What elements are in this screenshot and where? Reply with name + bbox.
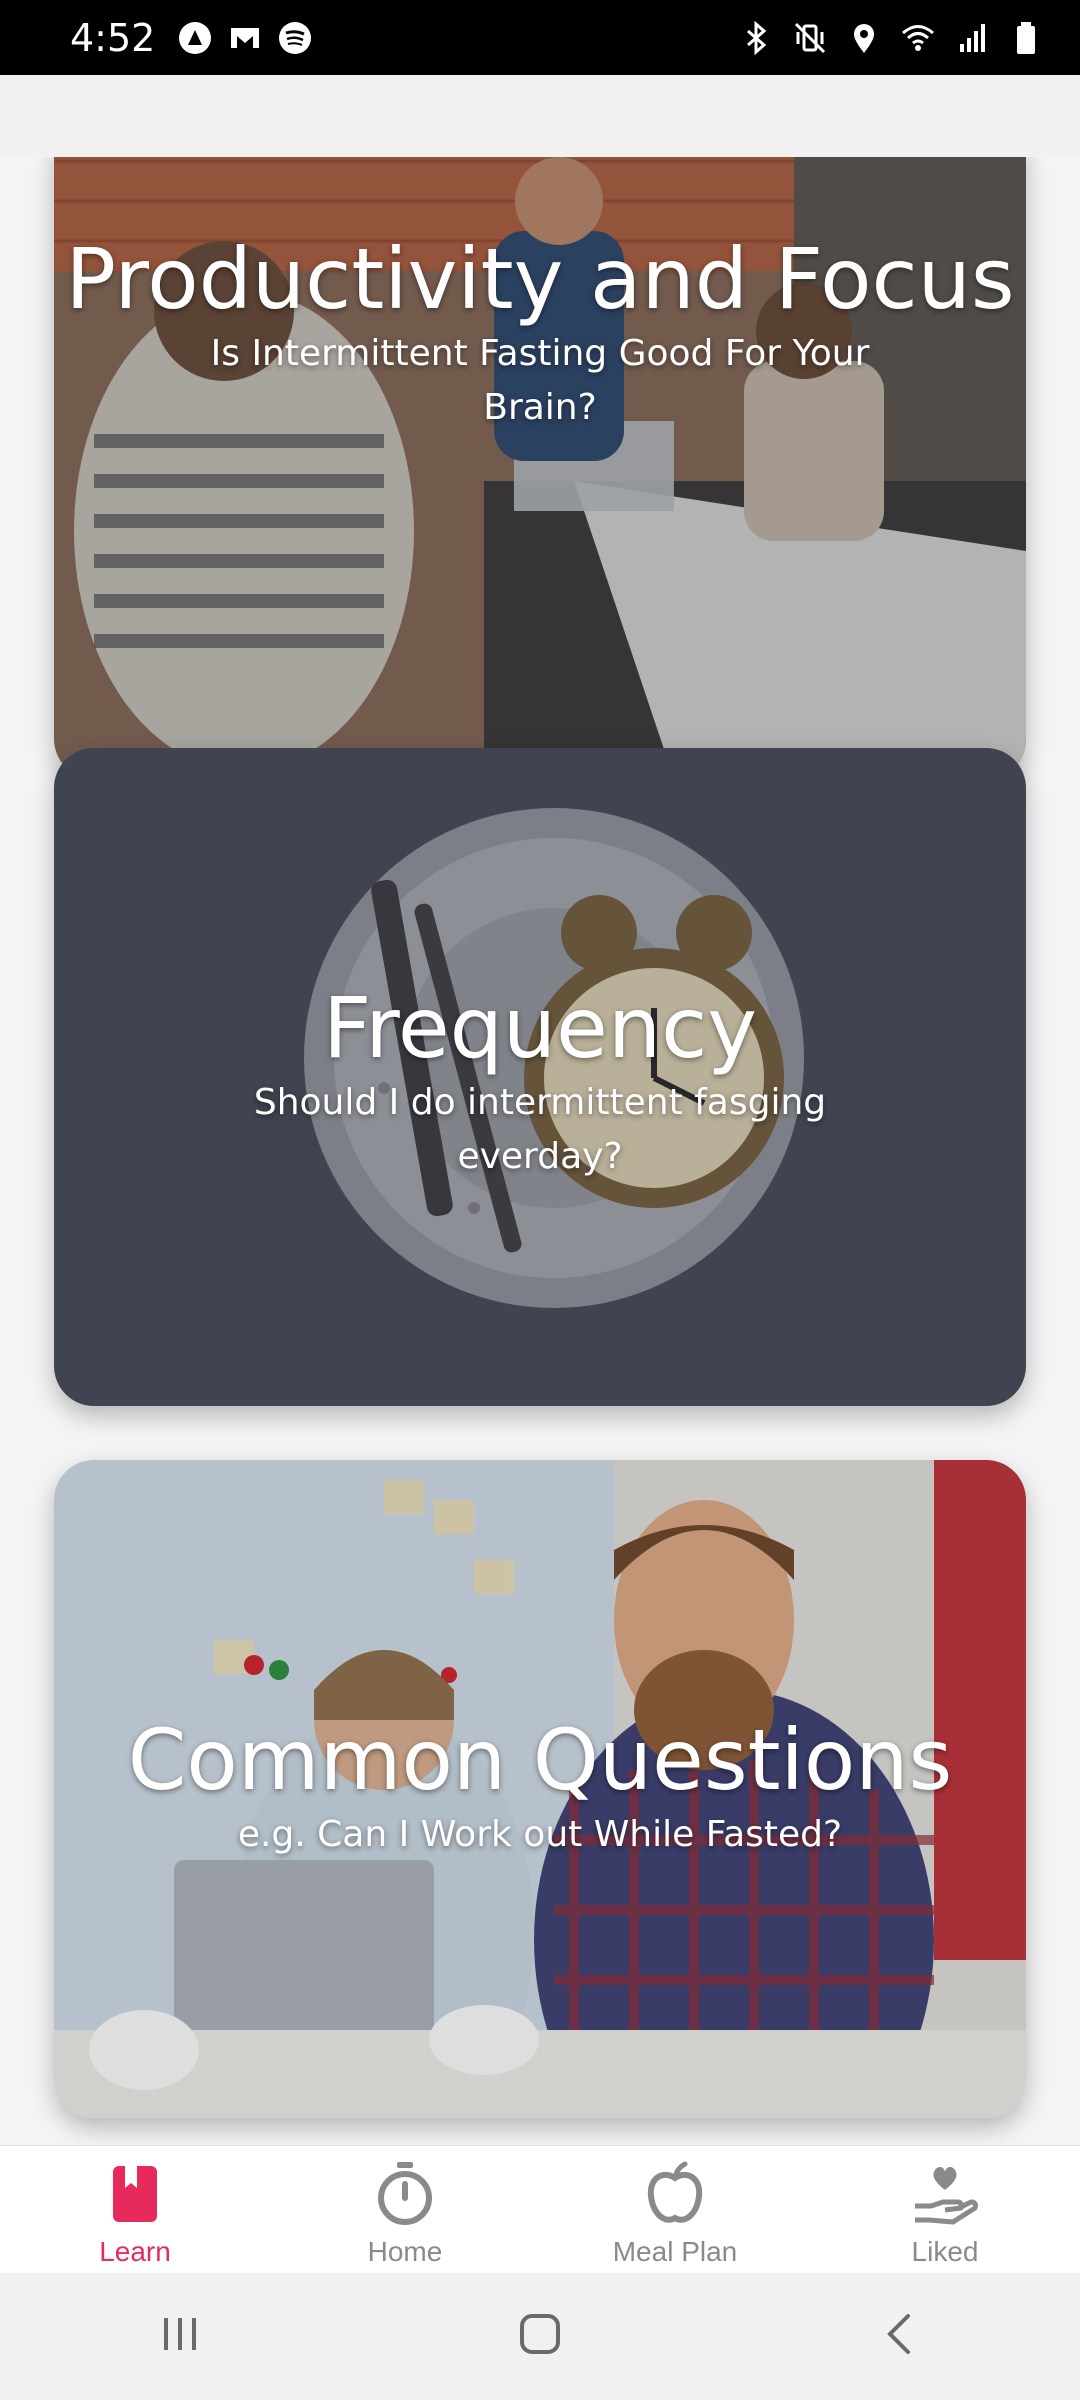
home-square-icon: [520, 2314, 560, 2354]
bookmark-book-icon: [113, 2166, 157, 2222]
location-icon: [854, 23, 874, 53]
bluetooth-icon: [747, 20, 767, 55]
tab-label: Liked: [911, 2236, 979, 2267]
system-nav-bar: [0, 2273, 1080, 2400]
card-frequency[interactable]: Frequency Should I do intermittent fasgi…: [54, 748, 1026, 1406]
card-subtitle: e.g. Can I Work out While Fasted?: [237, 1814, 843, 1855]
signal-icon: [960, 23, 985, 52]
home-button[interactable]: [510, 2304, 570, 2369]
back-chevron-icon: [887, 2314, 910, 2354]
card-subtitle: Is Intermittent Fasting Good For Your Br…: [210, 333, 870, 428]
card-title: Productivity and Focus: [65, 230, 1015, 328]
tab-liked[interactable]: Liked: [810, 2146, 1080, 2274]
card-productivity[interactable]: Productivity and Focus Is Intermittent F…: [54, 157, 1026, 779]
back-button[interactable]: [870, 2304, 930, 2369]
gmail-icon: [231, 27, 260, 48]
card-title: Frequency: [323, 979, 757, 1077]
article-list[interactable]: Productivity and Focus Is Intermittent F…: [0, 157, 1080, 2145]
tab-label: Home: [367, 2236, 443, 2267]
card-title: Common Questions: [127, 1711, 953, 1809]
recents-icon: [164, 2318, 196, 2350]
card-common-questions[interactable]: Common Questions e.g. Can I Work out Whi…: [54, 1460, 1026, 2118]
tab-label: Meal Plan: [612, 2236, 738, 2267]
bottom-tab-bar: Learn Home Meal Plan Liked: [0, 2145, 1080, 2274]
tab-label: Learn: [99, 2236, 171, 2267]
card-subtitle: Should I do intermittent fasging everday…: [253, 1082, 827, 1177]
battery-icon: [1017, 21, 1035, 54]
wifi-icon: [902, 24, 934, 51]
heart-hand-icon: [915, 2166, 978, 2225]
tab-home[interactable]: Home: [270, 2146, 540, 2274]
recents-button[interactable]: [150, 2304, 210, 2369]
stopwatch-icon: [378, 2162, 432, 2225]
spotify-icon: [279, 21, 312, 54]
apple-icon: [647, 2161, 703, 2223]
app-header: [0, 75, 1080, 157]
tab-learn[interactable]: Learn: [0, 2146, 270, 2274]
vibrate-icon: [794, 22, 826, 53]
autopilot-icon: [179, 21, 212, 54]
status-time: 4:52: [70, 15, 156, 60]
tab-meal-plan[interactable]: Meal Plan: [540, 2146, 810, 2274]
status-bar: 4:52: [0, 0, 1080, 75]
